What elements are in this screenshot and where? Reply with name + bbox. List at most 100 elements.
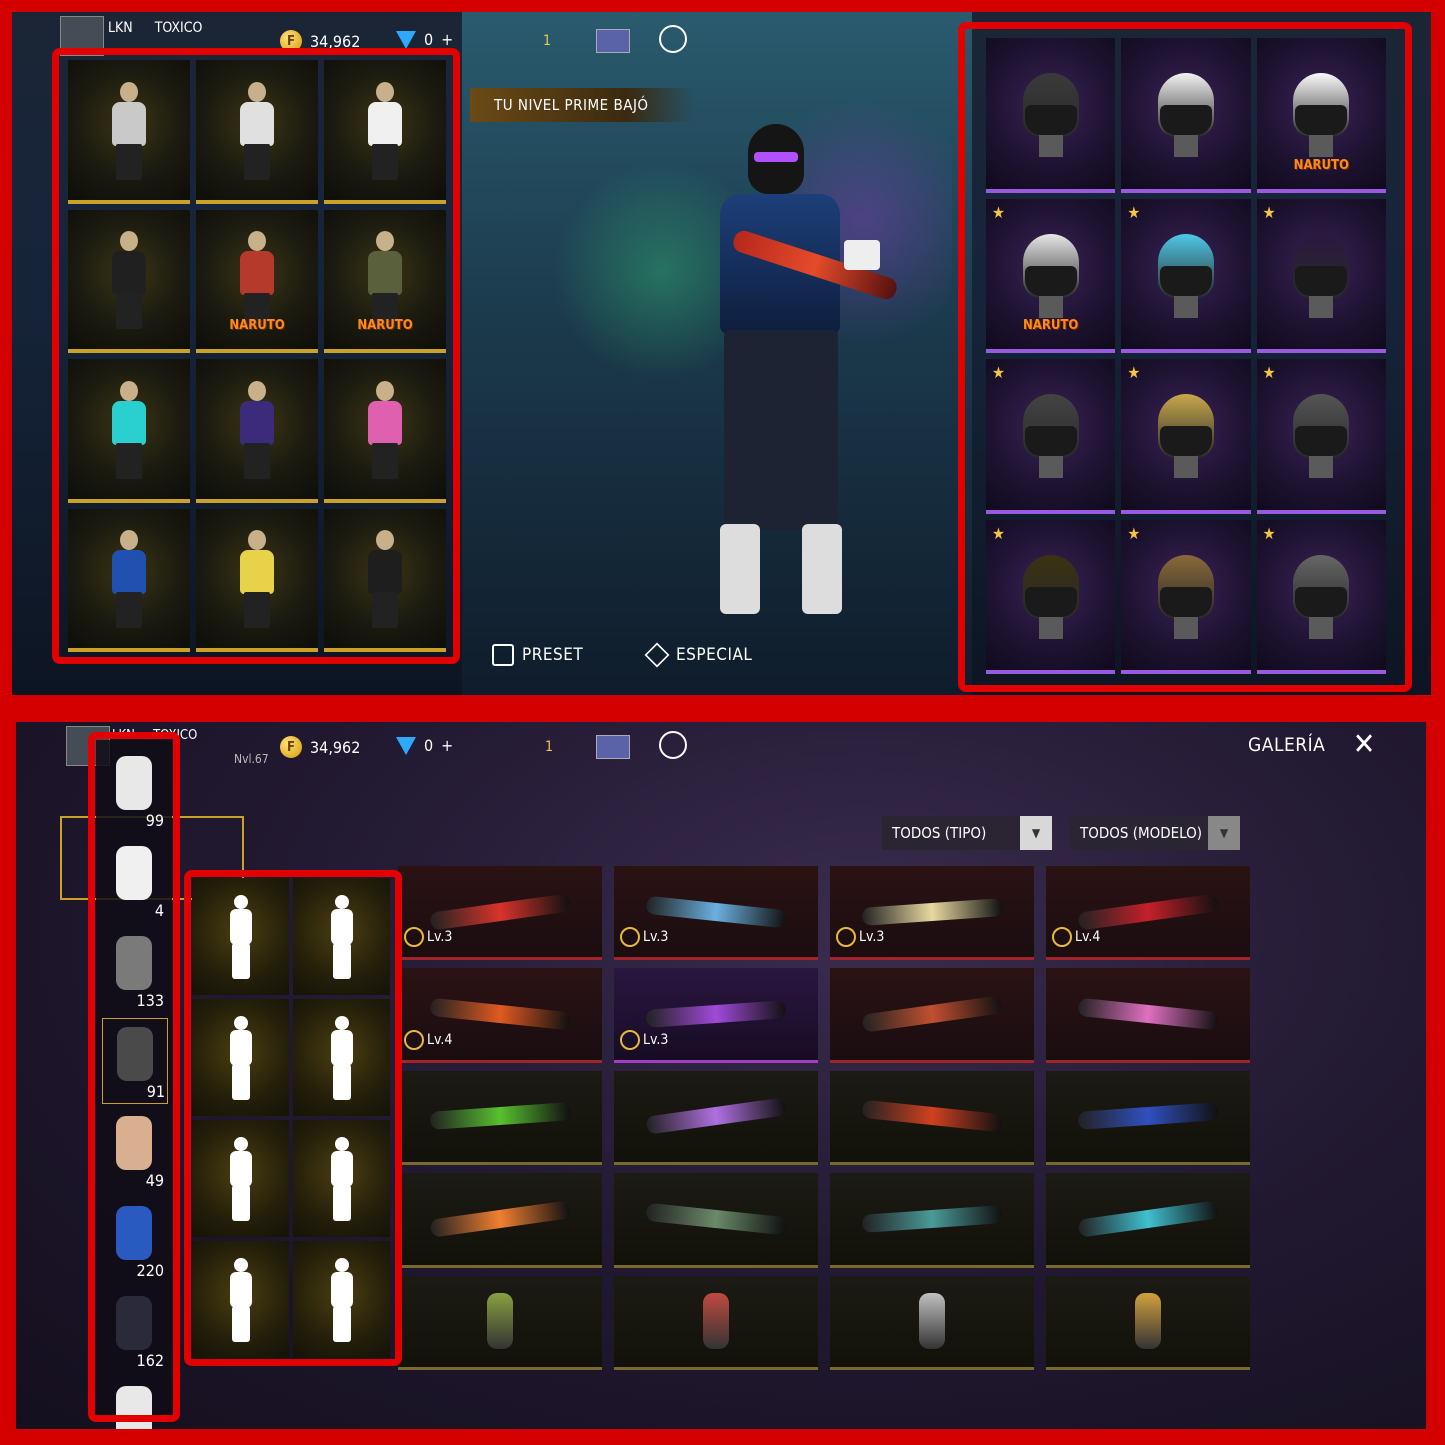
level-badge-icon bbox=[1052, 927, 1072, 948]
preset-button[interactable]: PRESET bbox=[492, 644, 583, 666]
weapon-skin-icon bbox=[645, 1202, 787, 1236]
close-icon[interactable]: ✕ bbox=[1348, 730, 1380, 762]
weapon-skin-icon bbox=[429, 893, 571, 931]
type-filter-label: TODOS (TIPO) bbox=[892, 824, 987, 842]
diamond-icon bbox=[396, 736, 416, 755]
type-filter-dropdown[interactable]: TODOS (TIPO) ▼ bbox=[882, 816, 1052, 850]
player-name: LKN TOXICO bbox=[108, 20, 202, 36]
level-label: Lv.3 bbox=[427, 929, 453, 946]
rank-badge-icon[interactable]: 1 bbox=[530, 26, 564, 56]
level-badge-icon bbox=[620, 1029, 640, 1050]
weapon-tile[interactable]: Lv.4 bbox=[1046, 866, 1250, 961]
weapon-skin-icon bbox=[645, 1000, 787, 1028]
rank-badge-icon[interactable]: 1 bbox=[532, 732, 566, 762]
player-character[interactable] bbox=[680, 124, 900, 644]
weapon-level: Lv.3 bbox=[836, 927, 885, 948]
level-label: Lv.4 bbox=[427, 1031, 453, 1048]
emote-bubble-icon[interactable] bbox=[844, 240, 880, 270]
weapon-level: Lv.4 bbox=[1052, 927, 1101, 948]
level-badge-icon bbox=[836, 927, 856, 948]
weapon-tile[interactable] bbox=[1046, 1173, 1250, 1268]
highlight-frame bbox=[88, 732, 180, 1422]
level-label: Lv.3 bbox=[643, 1031, 669, 1048]
weapon-tile[interactable] bbox=[830, 1275, 1034, 1370]
weapon-tile[interactable]: Lv.3 bbox=[614, 866, 818, 961]
coin-value: 34,962 bbox=[310, 737, 361, 757]
level-badge-icon bbox=[404, 1029, 424, 1050]
weapon-tile[interactable] bbox=[398, 1275, 602, 1370]
chevron-down-icon: ▼ bbox=[1020, 816, 1052, 850]
coin-counter[interactable]: F 34,962 bbox=[280, 736, 360, 758]
page-title: GALERÍA bbox=[1248, 734, 1326, 756]
weapon-tile[interactable] bbox=[1046, 1070, 1250, 1166]
rank-level: 1 bbox=[542, 33, 551, 49]
diamond-counter[interactable]: 0 + bbox=[396, 30, 453, 49]
add-diamonds-button[interactable]: + bbox=[441, 30, 453, 49]
weapon-tile[interactable] bbox=[614, 1275, 818, 1370]
special-label: ESPECIAL bbox=[676, 645, 753, 665]
preset-icon bbox=[492, 644, 514, 666]
weapon-tile[interactable]: Lv.4 bbox=[398, 968, 602, 1063]
weapon-skin-icon bbox=[861, 995, 1003, 1033]
prime-banner-text: TU NIVEL PRIME BAJÓ bbox=[494, 96, 649, 114]
character-right-leg bbox=[802, 524, 842, 614]
grenade-skin-icon bbox=[703, 1293, 729, 1350]
weapon-skin-icon bbox=[645, 895, 787, 928]
rank-level: 1 bbox=[544, 739, 553, 755]
upload-cloud-icon[interactable] bbox=[656, 730, 690, 760]
prime-level-banner: TU NIVEL PRIME BAJÓ bbox=[470, 88, 694, 122]
player-level: Nvl.67 bbox=[234, 752, 269, 766]
weapon-level: Lv.3 bbox=[404, 927, 453, 948]
gallery-panel: LKN TOXICO Nvl.67 F 34,962 0 + 1 GALERÍA… bbox=[16, 722, 1426, 1429]
weapon-level: Lv.3 bbox=[620, 1029, 669, 1050]
weapon-skin-icon bbox=[645, 1097, 787, 1136]
level-badge-icon bbox=[404, 927, 424, 948]
weapon-tile[interactable]: Lv.3 bbox=[614, 968, 818, 1063]
weapon-skin-icon bbox=[1077, 1102, 1219, 1131]
weapon-tile[interactable] bbox=[830, 968, 1034, 1063]
add-diamonds-button[interactable]: + bbox=[441, 736, 453, 755]
weapon-skin-icon bbox=[429, 1200, 571, 1238]
highlight-frame bbox=[52, 48, 460, 664]
level-label: Lv.4 bbox=[1075, 929, 1101, 946]
weapon-skin-icon bbox=[1077, 997, 1219, 1031]
highlight-frame bbox=[958, 22, 1412, 692]
weapon-skin-icon bbox=[429, 997, 571, 1031]
highlight-frame bbox=[184, 870, 402, 1366]
diamond-counter[interactable]: 0 + bbox=[396, 736, 453, 755]
diamond-value: 0 bbox=[424, 30, 434, 49]
player-level-value: Nvl.67 bbox=[234, 752, 269, 766]
weapon-tile[interactable] bbox=[830, 1173, 1034, 1268]
weapon-skin-icon bbox=[861, 1205, 1003, 1233]
weapon-tile[interactable] bbox=[830, 1070, 1034, 1166]
model-filter-dropdown[interactable]: TODOS (MODELO) ▼ bbox=[1070, 816, 1240, 850]
character-left-leg bbox=[720, 524, 760, 614]
weapon-tile[interactable] bbox=[1046, 968, 1250, 1063]
weapon-level: Lv.3 bbox=[620, 927, 669, 948]
weapon-tile[interactable] bbox=[1046, 1275, 1250, 1370]
gold-coin-icon: F bbox=[280, 736, 302, 758]
diamond-icon bbox=[396, 30, 416, 49]
weapon-tile[interactable] bbox=[398, 1070, 602, 1166]
glowing-goggles bbox=[754, 152, 798, 162]
upload-cloud-icon[interactable] bbox=[656, 24, 690, 54]
weapon-skin-icon bbox=[429, 1102, 571, 1131]
membership-card-icon[interactable] bbox=[596, 732, 630, 762]
weapon-level: Lv.4 bbox=[404, 1029, 453, 1050]
player-tag: LKN bbox=[108, 20, 133, 36]
level-label: Lv.3 bbox=[859, 929, 885, 946]
preset-label: PRESET bbox=[522, 645, 584, 665]
weapon-tile[interactable]: Lv.3 bbox=[398, 866, 602, 961]
level-label: Lv.3 bbox=[643, 929, 669, 946]
weapon-tile[interactable] bbox=[614, 1173, 818, 1268]
special-icon bbox=[644, 642, 670, 668]
membership-card-icon[interactable] bbox=[596, 26, 630, 56]
weapon-tile[interactable]: Lv.3 bbox=[830, 866, 1034, 961]
weapon-tile[interactable] bbox=[398, 1173, 602, 1268]
weapon-skin-icon bbox=[1077, 1200, 1219, 1238]
special-button[interactable]: ESPECIAL bbox=[644, 642, 753, 668]
diamond-value: 0 bbox=[424, 736, 434, 755]
grenade-skin-icon bbox=[487, 1293, 513, 1350]
grenade-skin-icon bbox=[919, 1293, 945, 1350]
weapon-tile[interactable] bbox=[614, 1070, 818, 1166]
